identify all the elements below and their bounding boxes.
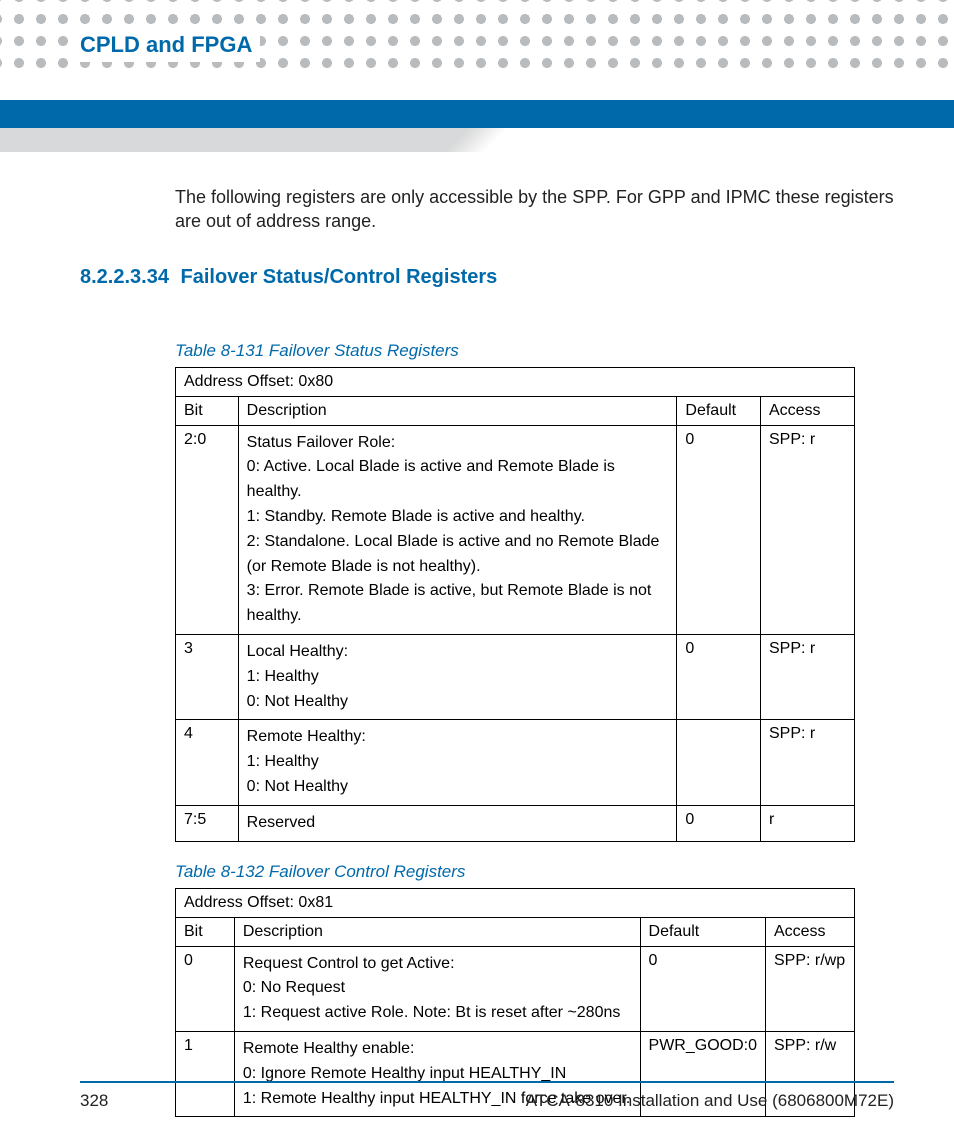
column-header: Bit [176, 917, 235, 946]
description-line: 0: Not Healthy [247, 690, 669, 715]
description-line: 1: Standby. Remote Blade is active and h… [247, 505, 669, 530]
section-number: 8.2.2.3.34 [80, 266, 169, 288]
page-number: 328 [80, 1091, 108, 1111]
address-offset-cell: Address Offset: 0x81 [176, 888, 855, 917]
description-line: Status Failover Role: [247, 431, 669, 456]
table-caption: Table 8-131 Failover Status Registers [175, 341, 894, 361]
bit-cell: 4 [176, 720, 239, 805]
column-header: Default [677, 396, 761, 425]
bit-cell: 2:0 [176, 425, 239, 634]
page-footer: 328 ATCA-8310 Installation and Use (6806… [80, 1081, 894, 1111]
column-header: Description [234, 917, 640, 946]
tables-container: Table 8-131 Failover Status Registers Add… [80, 341, 894, 1118]
description-line: Remote Healthy: [247, 725, 669, 750]
access-cell: SPP: r/wp [765, 946, 854, 1031]
address-offset-cell: Address Offset: 0x80 [176, 367, 855, 396]
description-cell: Status Failover Role:0: Active. Local Bl… [238, 425, 677, 634]
access-cell: SPP: r [760, 425, 854, 634]
description-cell: Remote Healthy:1: Healthy0: Not Healthy [238, 720, 677, 805]
access-cell: SPP: r [760, 634, 854, 719]
default-cell: 0 [677, 805, 761, 841]
column-header: Default [640, 917, 765, 946]
description-line: Local Healthy: [247, 640, 669, 665]
column-header: Description [238, 396, 677, 425]
bit-cell: 0 [176, 946, 235, 1031]
bit-cell: 3 [176, 634, 239, 719]
description-line: 0: No Request [243, 976, 632, 1001]
default-cell: 0 [677, 634, 761, 719]
description-cell: Request Control to get Active:0: No Requ… [234, 946, 640, 1031]
description-line: 1: Healthy [247, 665, 669, 690]
column-header: Access [760, 396, 854, 425]
table-row: 3Local Healthy:1: Healthy0: Not Healthy0… [176, 634, 855, 719]
description-line: 1: Request active Role. Note: Bt is rese… [243, 1001, 632, 1026]
access-cell: r [760, 805, 854, 841]
description-line: Request Control to get Active: [243, 952, 632, 977]
description-line: Remote Healthy enable: [243, 1037, 632, 1062]
table-row: 0Request Control to get Active:0: No Req… [176, 946, 855, 1031]
default-cell: 0 [640, 946, 765, 1031]
description-line: 1: Healthy [247, 750, 669, 775]
intro-paragraph: The following registers are only accessi… [175, 185, 894, 234]
description-line: 0: Active. Local Blade is active and Rem… [247, 455, 669, 505]
default-cell: 0 [677, 425, 761, 634]
table-row: 7:5 Reserved 0r [176, 805, 855, 841]
column-header: Access [765, 917, 854, 946]
header-gradient-bar [0, 128, 954, 152]
column-header: Bit [176, 396, 239, 425]
description-cell: Local Healthy:1: Healthy0: Not Healthy [238, 634, 677, 719]
description-line: 3: Error. Remote Blade is active, but Re… [247, 579, 669, 629]
chapter-title: CPLD and FPGA [80, 28, 260, 62]
document-id: ATCA-8310 Installation and Use (6806800M… [526, 1091, 894, 1111]
description-line: Reserved [247, 811, 669, 836]
description-line: 2: Standalone. Local Blade is active and… [247, 530, 669, 580]
page-content: The following registers are only accessi… [80, 185, 894, 1117]
table-row: 4Remote Healthy:1: Healthy0: Not Healthy… [176, 720, 855, 805]
bit-cell: 7:5 [176, 805, 239, 841]
table-caption: Table 8-132 Failover Control Registers [175, 862, 894, 882]
section-heading: 8.2.2.3.34 Failover Status/Control Regis… [80, 266, 894, 289]
default-cell [677, 720, 761, 805]
register-table: Address Offset: 0x80BitDescriptionDefaul… [175, 367, 855, 842]
description-line: 0: Not Healthy [247, 775, 669, 800]
header-blue-bar [0, 100, 954, 128]
description-cell: Reserved [238, 805, 677, 841]
section-title-text: Failover Status/Control Registers [181, 266, 498, 288]
table-row: 2:0Status Failover Role:0: Active. Local… [176, 425, 855, 634]
access-cell: SPP: r [760, 720, 854, 805]
